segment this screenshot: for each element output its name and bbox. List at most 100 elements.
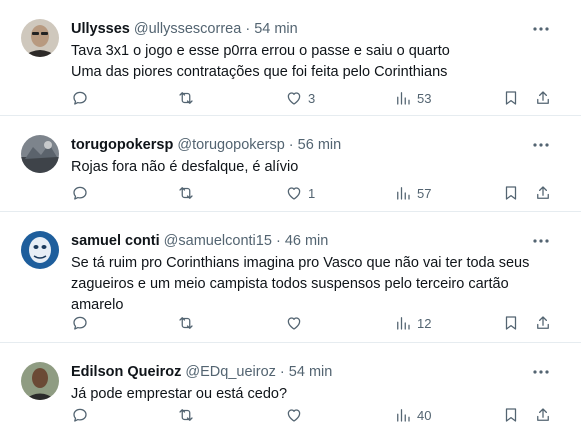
action-bar: 3 53 <box>71 88 561 108</box>
separator: · <box>288 137 294 153</box>
reply-icon <box>73 408 87 422</box>
views-icon <box>397 187 410 200</box>
separator: · <box>245 21 251 37</box>
like-count: 3 <box>308 90 316 106</box>
avatar[interactable] <box>21 19 59 57</box>
like-icon <box>287 92 301 105</box>
user-handle[interactable]: @ullyssescorrea <box>134 21 241 37</box>
views-button[interactable]: 40 <box>394 405 431 425</box>
tweet-header: Edilson Queiroz @EDq_ueiroz · 54 min <box>71 363 332 381</box>
share-button[interactable] <box>534 183 552 203</box>
tweet-text: Se tá ruim pro Corinthians imagina pro V… <box>71 253 541 316</box>
tweet-text: Rojas fora não é desfalque, é alívio <box>71 157 541 178</box>
tweet-text-line: Tava 3x1 o jogo e esse p0rra errou o pas… <box>71 43 450 59</box>
like-button[interactable]: 1 <box>285 183 315 203</box>
timestamp[interactable]: 54 min <box>289 364 333 380</box>
share-button[interactable] <box>534 313 552 333</box>
share-button[interactable] <box>534 88 552 108</box>
display-name[interactable]: Edilson Queiroz <box>71 364 181 380</box>
like-button[interactable]: 3 <box>285 88 315 108</box>
reply-feed: Ullysses @ullyssescorrea · 54 min Tava 3… <box>0 0 581 436</box>
timestamp[interactable]: 56 min <box>298 137 342 153</box>
bookmark-button[interactable] <box>502 183 520 203</box>
bookmark-button[interactable] <box>502 88 520 108</box>
reply-button[interactable] <box>71 313 89 333</box>
display-name[interactable]: samuel conti <box>71 233 160 249</box>
bookmark-icon <box>505 186 517 200</box>
bookmark-icon <box>505 408 517 422</box>
retweet-icon <box>179 92 193 104</box>
more-icon[interactable] <box>531 20 551 38</box>
display-name[interactable]: torugopokersp <box>71 137 173 153</box>
share-icon <box>537 316 549 329</box>
tweet-header: Ullysses @ullyssescorrea · 54 min <box>71 20 298 38</box>
like-icon <box>287 409 301 422</box>
more-icon[interactable] <box>531 363 551 381</box>
retweet-button[interactable] <box>177 313 195 333</box>
like-button[interactable] <box>285 405 308 425</box>
tweet[interactable]: Edilson Queiroz @EDq_ueiroz · 54 min Já … <box>0 343 581 436</box>
retweet-button[interactable] <box>177 183 195 203</box>
separator: · <box>275 233 281 249</box>
reply-icon <box>73 316 87 330</box>
action-bar: 1 57 <box>71 183 561 203</box>
tweet[interactable]: Ullysses @ullyssescorrea · 54 min Tava 3… <box>0 0 581 116</box>
views-button[interactable]: 57 <box>394 183 431 203</box>
retweet-icon <box>179 409 193 421</box>
views-icon <box>397 92 410 105</box>
action-bar: 12 <box>71 313 561 333</box>
view-count: 53 <box>417 90 432 106</box>
action-bar: 40 <box>71 405 561 425</box>
tweet[interactable]: samuel conti @samuelconti15 · 46 min Se … <box>0 212 581 343</box>
views-icon <box>397 409 410 422</box>
retweet-icon <box>179 187 193 199</box>
like-icon <box>287 187 301 200</box>
share-icon <box>537 186 549 199</box>
tweet-text: Tava 3x1 o jogo e esse p0rra errou o pas… <box>71 41 541 83</box>
reply-button[interactable] <box>71 405 89 425</box>
tweet-header: torugopokersp @torugopokersp · 56 min <box>71 136 341 154</box>
views-button[interactable]: 12 <box>394 313 431 333</box>
separator: · <box>279 364 285 380</box>
views-button[interactable]: 53 <box>394 88 431 108</box>
tweet-text-line: Se tá ruim pro Corinthians imagina pro V… <box>71 255 530 271</box>
reply-button[interactable] <box>71 183 89 203</box>
retweet-icon <box>179 317 193 329</box>
like-count: 1 <box>308 185 316 201</box>
view-count: 57 <box>417 185 432 201</box>
user-handle[interactable]: @EDq_ueiroz <box>185 364 275 380</box>
tweet-text-line: Rojas fora não é desfalque, é alívio <box>71 159 299 175</box>
reply-button[interactable] <box>71 88 89 108</box>
display-name[interactable]: Ullysses <box>71 21 130 37</box>
bookmark-button[interactable] <box>502 313 520 333</box>
timestamp[interactable]: 46 min <box>285 233 329 249</box>
avatar[interactable] <box>21 231 59 269</box>
user-handle[interactable]: @samuelconti15 <box>164 233 272 249</box>
avatar[interactable] <box>21 135 59 173</box>
avatar[interactable] <box>21 362 59 400</box>
user-handle[interactable]: @torugopokersp <box>177 137 284 153</box>
bookmark-icon <box>505 316 517 330</box>
share-icon <box>537 91 549 104</box>
tweet-text-line: Já pode emprestar ou está cedo? <box>71 386 288 402</box>
like-button[interactable] <box>285 313 308 333</box>
view-count: 40 <box>417 407 432 423</box>
tweet-text-line: zagueiros e um meio campista todos suspe… <box>71 276 509 292</box>
retweet-button[interactable] <box>177 88 195 108</box>
more-icon[interactable] <box>531 232 551 250</box>
share-button[interactable] <box>534 405 552 425</box>
tweet-header: samuel conti @samuelconti15 · 46 min <box>71 232 328 250</box>
bookmark-icon <box>505 91 517 105</box>
reply-icon <box>73 186 87 200</box>
tweet-text-line: Uma das piores contratações que foi feit… <box>71 64 448 80</box>
timestamp[interactable]: 54 min <box>254 21 298 37</box>
share-icon <box>537 408 549 421</box>
like-icon <box>287 317 301 330</box>
tweet[interactable]: torugopokersp @torugopokersp · 56 min Ro… <box>0 116 581 212</box>
reply-icon <box>73 91 87 105</box>
views-icon <box>397 317 410 330</box>
bookmark-button[interactable] <box>502 405 520 425</box>
retweet-button[interactable] <box>177 405 195 425</box>
more-icon[interactable] <box>531 136 551 154</box>
tweet-text: Já pode emprestar ou está cedo? <box>71 384 541 405</box>
